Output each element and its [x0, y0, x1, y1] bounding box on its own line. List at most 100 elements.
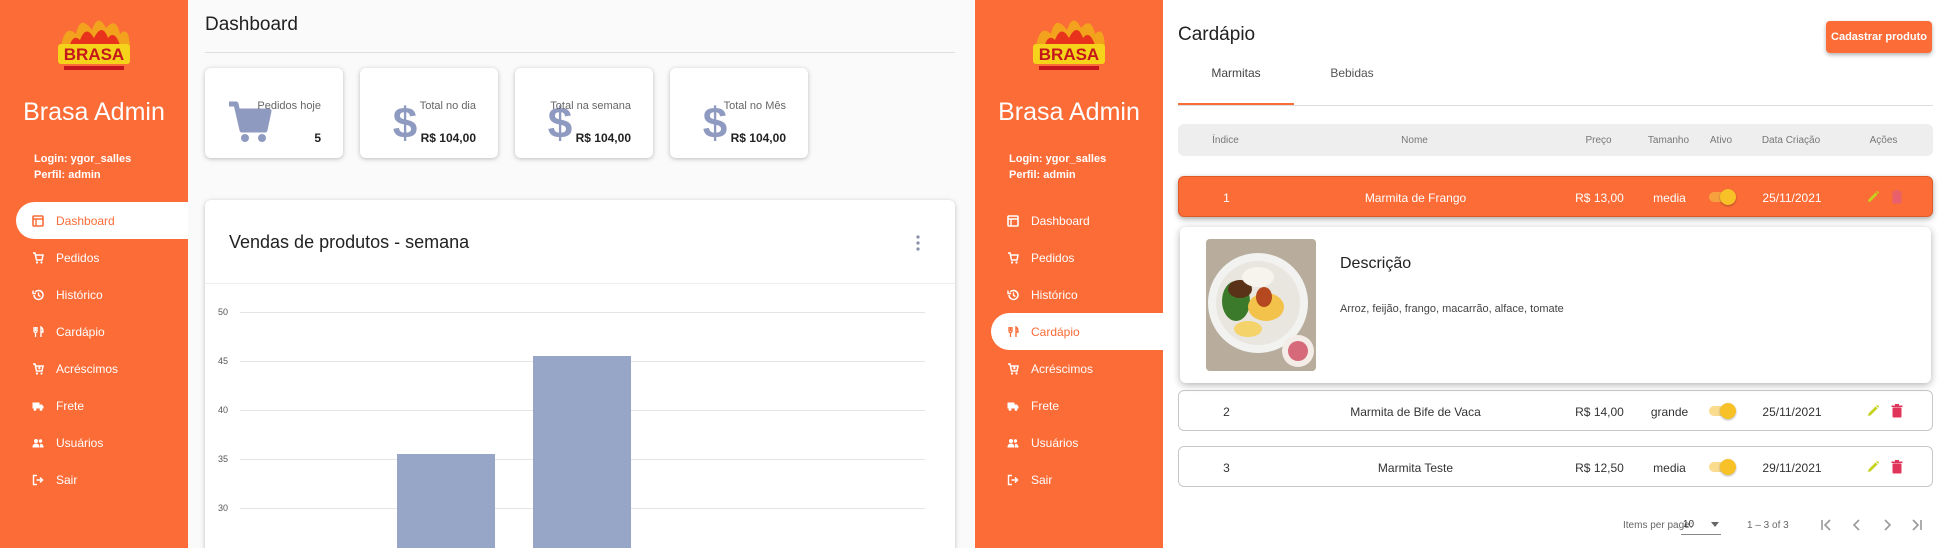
next-page-icon[interactable]	[1878, 516, 1896, 534]
delete-icon[interactable]	[1889, 459, 1905, 475]
delete-icon[interactable]	[1889, 189, 1905, 205]
cell-size: grande	[1650, 405, 1689, 419]
sidebar-item-label: Dashboard	[1031, 213, 1090, 228]
sidebar-item-label: Histórico	[56, 287, 103, 302]
sidebar-item-historico[interactable]: Histórico	[0, 276, 188, 313]
add-product-button[interactable]: Cadastrar produto	[1826, 21, 1932, 53]
sidebar-item-label: Pedidos	[1031, 250, 1075, 265]
detail-title: Descrição	[1340, 255, 1412, 272]
edit-icon[interactable]	[1865, 403, 1881, 419]
sidebar-item-pedidos[interactable]: Pedidos	[975, 239, 1163, 276]
tabs-divider	[1178, 105, 1933, 106]
y-tick-label: 45	[218, 356, 229, 366]
sidebar-item-frete[interactable]: Frete	[0, 387, 188, 424]
sidebar-item-label: Histórico	[1031, 287, 1078, 302]
cell-price: R$ 13,00	[1575, 191, 1624, 205]
sidebar-item-acrescimos[interactable]: Acréscimos	[975, 350, 1163, 387]
first-page-icon[interactable]	[1817, 516, 1835, 534]
y-tick-label: 40	[218, 405, 229, 415]
bar[interactable]	[397, 454, 495, 548]
table-row[interactable]: 1 Marmita de Frango R$ 13,00 media 25/11/202…	[1178, 176, 1933, 217]
tab-bebidas[interactable]: Bebidas	[1294, 66, 1410, 80]
cell-price: R$ 14,00	[1575, 405, 1624, 419]
sidebar-item-pedidos[interactable]: Pedidos	[0, 239, 188, 276]
sidebar: BRASA Brasa Admin Login: ygor_salles Per…	[0, 0, 188, 548]
previous-page-icon[interactable]	[1848, 516, 1866, 534]
sidebar-item-label: Usuários	[1031, 435, 1079, 450]
column-header[interactable]: Nome	[1273, 135, 1556, 146]
sidebar-item-sair[interactable]: Sair	[975, 461, 1163, 498]
active-toggle[interactable]	[1709, 189, 1736, 205]
edit-icon[interactable]	[1865, 189, 1881, 205]
column-header[interactable]: Data Criação	[1746, 135, 1836, 146]
column-header[interactable]: Preço	[1556, 135, 1641, 146]
tab-active-indicator	[1178, 103, 1294, 105]
stat-card: Pedidos hoje 5	[205, 68, 343, 158]
truck-icon	[1007, 402, 1019, 411]
logout-icon	[1007, 474, 1019, 485]
bar-chart: 50 45 40 35 30	[205, 200, 955, 548]
grid-line	[240, 312, 925, 313]
product-photo	[1206, 239, 1316, 371]
column-header[interactable]: Ativo	[1696, 135, 1746, 146]
bar[interactable]	[533, 356, 631, 548]
active-toggle[interactable]	[1709, 403, 1736, 419]
sidebar-item-label: Frete	[1031, 398, 1060, 413]
sidebar-item-label: Frete	[56, 398, 85, 413]
cell-index: 1	[1223, 191, 1230, 205]
svg-text:$: $	[393, 99, 417, 144]
users-icon	[1007, 438, 1019, 447]
active-toggle[interactable]	[1709, 459, 1736, 475]
cell-name: Marmita de Frango	[1364, 191, 1467, 205]
stat-card: $ Total no Mês R$ 104,00	[670, 68, 808, 158]
cell-name: Marmita de Bife de Vaca	[1350, 405, 1481, 419]
sidebar-title: Brasa Admin	[23, 98, 165, 126]
stat-label: Pedidos hoje	[257, 100, 321, 112]
dashboard-screen: BRASA Brasa Admin Login: ygor_salles Per…	[0, 0, 975, 548]
sidebar-item-label: Cardápio	[1031, 324, 1080, 339]
y-tick-label: 30	[218, 503, 229, 513]
items-per-page-select[interactable]: 10	[1681, 515, 1721, 535]
sidebar-item-sair[interactable]: Sair	[0, 461, 188, 498]
sidebar-item-dashboard[interactable]: Dashboard	[975, 202, 1163, 239]
sidebar-item-label: Cardápio	[56, 324, 105, 339]
column-header[interactable]: Ações	[1836, 135, 1931, 146]
page-title: Cardápio	[1178, 24, 1256, 45]
stat-value: R$ 104,00	[730, 131, 786, 145]
column-header[interactable]: Índice	[1178, 135, 1273, 146]
menu-screen: BRASA Brasa Admin Login: ygor_salles Per…	[975, 0, 1950, 548]
last-page-icon[interactable]	[1908, 516, 1926, 534]
sidebar-item-label: Acréscimos	[56, 361, 119, 376]
sidebar-item-acrescimos[interactable]: Acréscimos	[0, 350, 188, 387]
cell-index: 2	[1223, 405, 1230, 419]
delete-icon[interactable]	[1889, 403, 1905, 419]
y-tick-label: 50	[218, 307, 229, 317]
tab-marmitas[interactable]: Marmitas	[1178, 66, 1294, 80]
cart-icon	[33, 251, 44, 264]
cell-name: Marmita Teste	[1377, 461, 1454, 475]
sidebar-item-usuarios[interactable]: Usuários	[0, 424, 188, 461]
stat-label: Total no dia	[419, 100, 476, 112]
stat-label: Total na semana	[550, 100, 631, 112]
table-row[interactable]: 2 Marmita de Bife de Vaca R$ 14,00 grande 25…	[1178, 390, 1933, 431]
cart-plus-icon	[1008, 362, 1019, 375]
sidebar-item-usuarios[interactable]: Usuários	[975, 424, 1163, 461]
sidebar-item-frete[interactable]: Frete	[975, 387, 1163, 424]
cart-icon	[1008, 251, 1019, 264]
column-header[interactable]: Tamanho	[1641, 135, 1696, 146]
sidebar-item-label: Acréscimos	[1031, 361, 1094, 376]
sidebar-item-cardapio[interactable]: Cardápio	[0, 313, 188, 350]
sidebar-item-cardapio[interactable]: Cardápio	[991, 313, 1163, 350]
main-content: Dashboard Pedidos hoje 5 $ Total no dia …	[188, 0, 975, 548]
table-row[interactable]: 3 Marmita Teste R$ 12,50 media 29/11/2021	[1178, 446, 1933, 487]
cell-size: media	[1653, 191, 1686, 205]
sidebar-title: Brasa Admin	[998, 98, 1140, 126]
edit-icon[interactable]	[1865, 459, 1881, 475]
dropdown-arrow-icon	[1711, 522, 1719, 527]
sidebar-item-dashboard[interactable]: Dashboard	[16, 202, 188, 239]
login-label: Login: ygor_salles	[1009, 153, 1107, 165]
page-title: Dashboard	[205, 14, 298, 35]
svg-text:BRASA: BRASA	[64, 45, 124, 64]
sidebar-item-historico[interactable]: Histórico	[975, 276, 1163, 313]
login-label: Login: ygor_salles	[34, 153, 132, 165]
